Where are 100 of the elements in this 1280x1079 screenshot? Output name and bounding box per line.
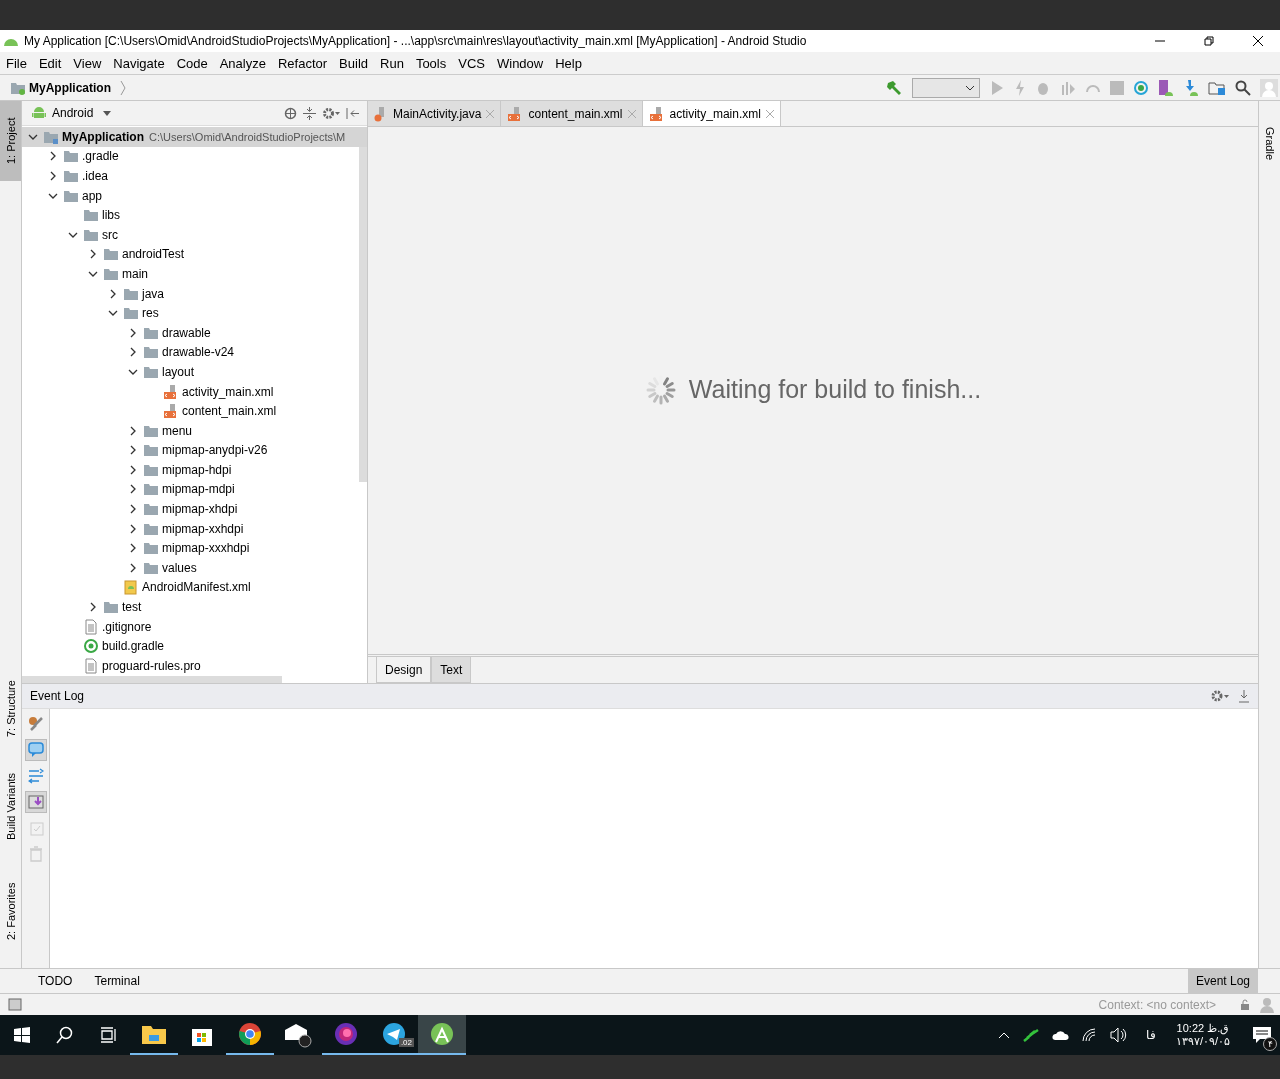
speaker-icon[interactable]: [1109, 1027, 1128, 1043]
chevron-icon[interactable]: [88, 602, 98, 613]
chevron-icon[interactable]: [128, 425, 138, 436]
tree-item-label[interactable]: mipmap-hdpi: [162, 462, 232, 477]
hide-icon[interactable]: [346, 106, 359, 120]
chevron-icon[interactable]: [108, 288, 118, 299]
design-tab[interactable]: Design: [376, 657, 432, 683]
panel-toggle-icon[interactable]: [8, 997, 22, 1012]
tree-item-label[interactable]: mipmap-xxhdpi: [162, 521, 244, 536]
editor-tab[interactable]: MainActivity.java: [368, 101, 502, 126]
menu-item[interactable]: Refactor: [277, 55, 328, 71]
tree-item-label[interactable]: proguard-rules.pro: [102, 658, 201, 673]
menu-item[interactable]: Edit: [38, 55, 62, 71]
tree-item-label[interactable]: mipmap-xhdpi: [162, 502, 238, 517]
tree-item-label[interactable]: drawable-v24: [162, 345, 235, 360]
scrollbar-thumb[interactable]: [359, 147, 367, 482]
chevron-icon[interactable]: [128, 504, 138, 515]
target-icon[interactable]: [284, 106, 297, 120]
search-icon[interactable]: [56, 1026, 74, 1044]
tree-item-label[interactable]: activity_main.xml: [182, 384, 274, 399]
chevron-icon[interactable]: [48, 171, 58, 181]
device-icon[interactable]: [1158, 78, 1174, 97]
search-icon[interactable]: [1235, 79, 1251, 96]
tree-item-label[interactable]: AndroidManifest.xml: [142, 580, 251, 595]
tree-item-label[interactable]: .gradle: [82, 149, 119, 164]
tree-item-label[interactable]: mipmap-anydpi-v26: [162, 443, 268, 458]
menu-item[interactable]: File: [6, 55, 27, 71]
lock-icon[interactable]: [1240, 998, 1250, 1011]
chevron-icon[interactable]: [128, 543, 138, 554]
chevron-icon[interactable]: [128, 347, 138, 358]
clock-time[interactable]: 10:22 ق.ظ: [1176, 1022, 1230, 1035]
download-icon[interactable]: [1183, 78, 1199, 97]
tree-item-label[interactable]: app: [82, 188, 103, 203]
chevron-icon[interactable]: [128, 562, 138, 573]
language-indicator[interactable]: فا: [1145, 1028, 1156, 1042]
tree-item-label[interactable]: layout: [162, 364, 195, 379]
tree-item-label[interactable]: menu: [162, 423, 193, 438]
editor-tab[interactable]: activity_main.xml: [642, 101, 781, 126]
scrollbar-thumb[interactable]: [22, 675, 282, 683]
minimize-panel-icon[interactable]: [1238, 689, 1250, 703]
clock-date[interactable]: ۱۳۹۷/۰۹/۰۵: [1175, 1035, 1230, 1048]
menu-item[interactable]: Analyze: [219, 55, 266, 71]
caret-icon[interactable]: [103, 110, 112, 116]
tool-window-tab[interactable]: Gradle: [1259, 101, 1280, 169]
tool-window-tab[interactable]: Terminal: [86, 969, 148, 993]
close-icon[interactable]: [1252, 35, 1264, 47]
tree-item-label[interactable]: content_main.xml: [182, 404, 277, 419]
notification-button[interactable]: ۴: [1244, 1015, 1280, 1055]
tree-item-label[interactable]: values: [162, 560, 197, 575]
tree-item-label[interactable]: .idea: [82, 169, 109, 183]
tree-item-label[interactable]: src: [102, 227, 118, 242]
tree-item-label[interactable]: drawable: [162, 325, 211, 340]
tree-item-label[interactable]: MyApplication: [62, 129, 144, 144]
collapse-icon[interactable]: [303, 106, 316, 120]
cloud-icon[interactable]: [1051, 1029, 1070, 1041]
breadcrumb[interactable]: MyApplication: [29, 80, 111, 95]
menu-item[interactable]: Tools: [415, 55, 447, 71]
chevron-icon[interactable]: [128, 523, 138, 534]
menu-item[interactable]: Window: [496, 55, 544, 71]
gear-icon[interactable]: [322, 106, 340, 120]
tree-item-label[interactable]: libs: [102, 208, 120, 223]
menu-item[interactable]: Navigate: [113, 55, 165, 71]
tool-window-tab[interactable]: 7: Structure: [0, 666, 21, 751]
windows-start-icon[interactable]: [14, 1027, 30, 1043]
menu-item[interactable]: Run: [380, 55, 404, 71]
menu-item[interactable]: Code: [176, 55, 208, 71]
tree-row[interactable]: MyApplication C:\Users\Omid\AndroidStudioProjects\M: [22, 127, 367, 147]
chevron-icon[interactable]: [128, 484, 138, 495]
tree-item-label[interactable]: java: [142, 286, 164, 301]
tool-window-tab[interactable]: 2: Favorites: [0, 871, 21, 951]
editor-tab[interactable]: content_main.xml: [501, 101, 643, 126]
chevron-icon[interactable]: [48, 151, 58, 162]
hammer-icon[interactable]: [885, 79, 903, 96]
chevron-up-icon[interactable]: [997, 1031, 1010, 1039]
tree-item-label[interactable]: main: [122, 266, 148, 281]
chevron-icon[interactable]: [88, 249, 98, 260]
tree-item-label[interactable]: mipmap-mdpi: [162, 482, 235, 497]
chevron-icon[interactable]: [128, 327, 138, 338]
tool-window-tab[interactable]: TODO: [30, 969, 81, 993]
tree-item-label[interactable]: test: [122, 600, 142, 615]
folder-grid-icon[interactable]: [1208, 79, 1226, 96]
wifi-icon[interactable]: [1081, 1028, 1098, 1042]
tree-item-label[interactable]: .gitignore: [102, 619, 152, 634]
menu-item[interactable]: Help: [555, 55, 582, 71]
chevron-icon[interactable]: [128, 445, 138, 456]
task-view-icon[interactable]: [100, 1027, 118, 1043]
tree-item-label[interactable]: mipmap-xxxhdpi: [162, 541, 250, 556]
tool-window-tab[interactable]: 1: Project: [0, 101, 21, 181]
chevron-icon[interactable]: [128, 464, 138, 475]
menu-item[interactable]: View: [73, 55, 102, 71]
design-tab[interactable]: Text: [431, 657, 472, 683]
view-dropdown[interactable]: Android: [52, 106, 94, 120]
gear-icon[interactable]: [1210, 689, 1230, 703]
tool-window-tab[interactable]: Event Log: [1187, 969, 1258, 993]
toggle-button[interactable]: [24, 791, 47, 813]
tree-item-label[interactable]: build.gradle: [102, 639, 165, 654]
sync-icon[interactable]: [1133, 79, 1149, 96]
tree-item-label[interactable]: res: [142, 306, 159, 321]
menu-item[interactable]: Build: [339, 55, 368, 71]
menu-item[interactable]: VCS: [458, 55, 485, 71]
